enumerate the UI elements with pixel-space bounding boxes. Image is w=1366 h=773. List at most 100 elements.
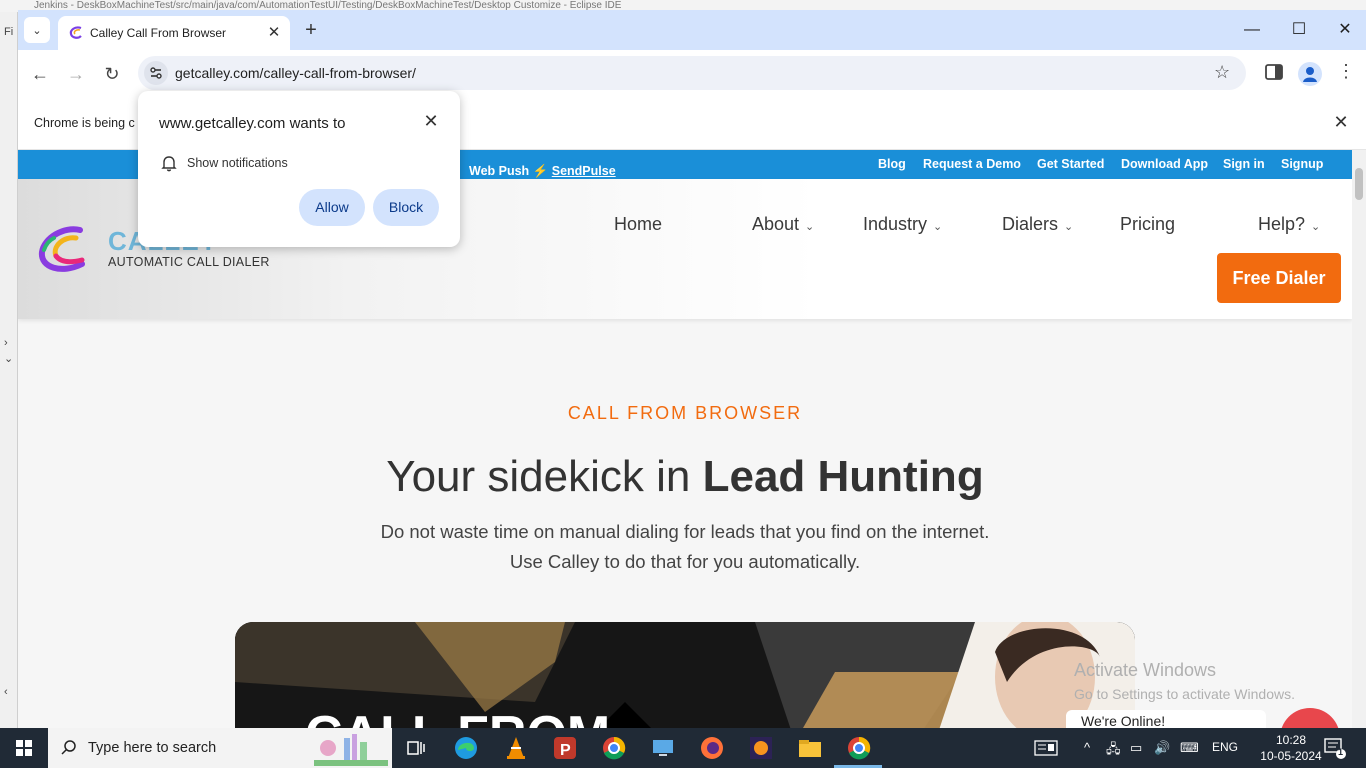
windows-start-icon[interactable] — [0, 728, 48, 768]
tab-close-icon[interactable]: ✕ — [264, 23, 284, 43]
search-highlight-illustration-icon — [314, 734, 388, 766]
postman-icon[interactable]: P — [551, 734, 579, 762]
nav-help[interactable]: Help? ⌄ — [1258, 214, 1320, 235]
taskbar-search-box[interactable]: Type here to search — [48, 728, 392, 768]
address-bar[interactable]: getcalley.com/calley-call-from-browser/ … — [138, 56, 1246, 90]
language-indicator[interactable]: ENG — [1212, 740, 1238, 754]
active-tab[interactable]: Calley Call From Browser ✕ — [58, 16, 290, 50]
tab-strip: ⌄ Calley Call From Browser ✕ + — ☐ ✕ — [18, 10, 1366, 50]
top-link-download-app[interactable]: Download App — [1121, 157, 1208, 171]
vlc-icon[interactable] — [502, 734, 530, 762]
chevron-down-icon: ⌄ — [805, 221, 815, 233]
chat-online-bubble[interactable]: We're Online! — [1066, 710, 1266, 728]
hero-title-plain: Your sidekick in — [386, 452, 703, 501]
window-close-icon[interactable]: ✕ — [1325, 18, 1365, 42]
nav-about-label: About — [752, 214, 800, 234]
top-link-request-demo[interactable]: Request a Demo — [923, 157, 1021, 171]
infobar-close-icon[interactable]: ✕ — [1330, 112, 1352, 133]
scrollbar-thumb[interactable] — [1355, 168, 1363, 200]
pulse-icon: ⚡ — [532, 164, 549, 178]
tab-title: Calley Call From Browser — [90, 26, 227, 40]
battery-icon[interactable]: ▭ — [1130, 740, 1142, 756]
clock-date: 10-05-2024 — [1260, 749, 1322, 763]
hero-title-bold: Lead Hunting — [702, 452, 984, 501]
infobar-text: Chrome is being c — [34, 116, 135, 130]
back-icon[interactable]: ← — [28, 62, 52, 86]
svg-text:P: P — [560, 742, 571, 759]
firefox-icon[interactable] — [698, 734, 726, 762]
sendpulse-webpush-badge[interactable]: Web Push ⚡ SendPulse — [469, 164, 616, 179]
keyboard-icon[interactable]: ⌨ — [1180, 740, 1199, 756]
chevron-down-icon: ⌄ — [32, 24, 42, 37]
edge-browser-icon[interactable] — [452, 734, 480, 762]
profile-avatar-icon[interactable] — [1298, 62, 1322, 86]
maximize-icon[interactable]: ☐ — [1279, 18, 1319, 42]
url-text[interactable]: getcalley.com/calley-call-from-browser/ — [175, 64, 416, 82]
allow-button[interactable]: Allow — [299, 189, 365, 226]
chrome-icon[interactable] — [845, 734, 873, 762]
hero-subtitle-line-2: Use Calley to do that for you automatica… — [509, 551, 861, 572]
nav-dialers[interactable]: Dialers ⌄ — [1002, 214, 1073, 235]
nav-pricing[interactable]: Pricing — [1120, 214, 1175, 235]
nav-industry[interactable]: Industry ⌄ — [863, 214, 942, 235]
notification-permission-popup: www.getcalley.com wants to ✕ Show notifi… — [138, 91, 460, 247]
nav-help-label: Help? — [1258, 214, 1306, 234]
chevron-down-icon: ⌄ — [1064, 221, 1074, 233]
taskbar-search-placeholder: Type here to search — [88, 740, 217, 756]
reload-icon[interactable]: ↻ — [100, 62, 124, 86]
site-info-icon[interactable] — [144, 61, 168, 85]
minimize-icon[interactable]: — — [1232, 18, 1272, 42]
chrome-profile-icon[interactable] — [600, 734, 628, 762]
popup-close-icon[interactable]: ✕ — [420, 111, 442, 132]
windows-taskbar: Type here to search P ^ 🖧 ▭ 🔊 ⌨ ENG 10:2… — [0, 728, 1366, 768]
bell-icon — [161, 156, 177, 172]
block-button[interactable]: Block — [373, 189, 439, 226]
popup-title: www.getcalley.com wants to — [159, 115, 346, 132]
news-widget-icon[interactable] — [1034, 740, 1058, 756]
free-dialer-button[interactable]: Free Dialer — [1217, 253, 1341, 303]
ide-chevron-down-icon[interactable]: ⌄ — [4, 352, 13, 365]
nav-dialers-label: Dialers — [1002, 214, 1059, 234]
top-link-sign-in[interactable]: Sign in — [1223, 157, 1265, 171]
nav-home[interactable]: Home — [614, 214, 662, 235]
new-tab-button[interactable]: + — [300, 19, 322, 41]
action-center-icon[interactable]: 1 — [1322, 736, 1348, 760]
hero-title: Your sidekick in Lead Hunting — [18, 452, 1352, 502]
network-icon[interactable]: 🖧 — [1106, 740, 1121, 762]
ide-menu-glyph: Fi — [4, 26, 14, 38]
file-explorer-icon[interactable] — [796, 734, 824, 762]
task-view-icon[interactable] — [402, 734, 430, 762]
forward-icon[interactable]: → — [64, 62, 88, 86]
permission-label: Show notifications — [187, 156, 288, 170]
bookmark-star-icon[interactable]: ☆ — [1214, 62, 1230, 83]
ide-chevron-right-icon[interactable]: › — [4, 337, 8, 349]
activate-windows-subtitle: Go to Settings to activate Windows. — [1074, 686, 1295, 702]
chat-launcher-button[interactable] — [1280, 708, 1340, 728]
ide-chevron-left-icon[interactable]: ‹ — [4, 686, 8, 698]
nav-about[interactable]: About ⌄ — [752, 214, 814, 235]
calley-favicon-icon — [69, 26, 82, 39]
side-panel-icon[interactable] — [1264, 62, 1284, 82]
tab-search-button[interactable]: ⌄ — [24, 17, 50, 43]
webpush-label: Web Push — [469, 164, 530, 178]
top-link-get-started[interactable]: Get Started — [1037, 157, 1104, 171]
browser-toolbar: ← → ↻ getcalley.com/calley-call-from-bro… — [18, 50, 1366, 96]
calley-logo-icon[interactable] — [36, 224, 90, 276]
remote-desktop-icon[interactable] — [649, 734, 677, 762]
tray-chevron-up-icon[interactable]: ^ — [1084, 740, 1090, 755]
kebab-menu-icon[interactable]: ⋮ — [1336, 61, 1356, 82]
page-scrollbar[interactable] — [1352, 150, 1366, 728]
hero-banner-image: CALL FROM — [235, 622, 1135, 728]
chevron-down-icon: ⌄ — [1311, 221, 1321, 233]
top-link-blog[interactable]: Blog — [878, 157, 906, 171]
taskbar-clock[interactable]: 10:28 10-05-2024 — [1258, 732, 1324, 764]
chevron-down-icon: ⌄ — [933, 221, 943, 233]
clock-time: 10:28 — [1275, 733, 1307, 747]
volume-icon[interactable]: 🔊 — [1154, 740, 1170, 756]
eclipse-ide-icon[interactable] — [747, 734, 775, 762]
hero-image-text: CALL FROM — [305, 706, 610, 728]
activate-windows-title: Activate Windows — [1074, 660, 1217, 680]
search-icon — [61, 740, 76, 755]
top-link-signup[interactable]: Signup — [1281, 157, 1323, 171]
hero-subtitle-line-1: Do not waste time on manual dialing for … — [380, 521, 990, 542]
